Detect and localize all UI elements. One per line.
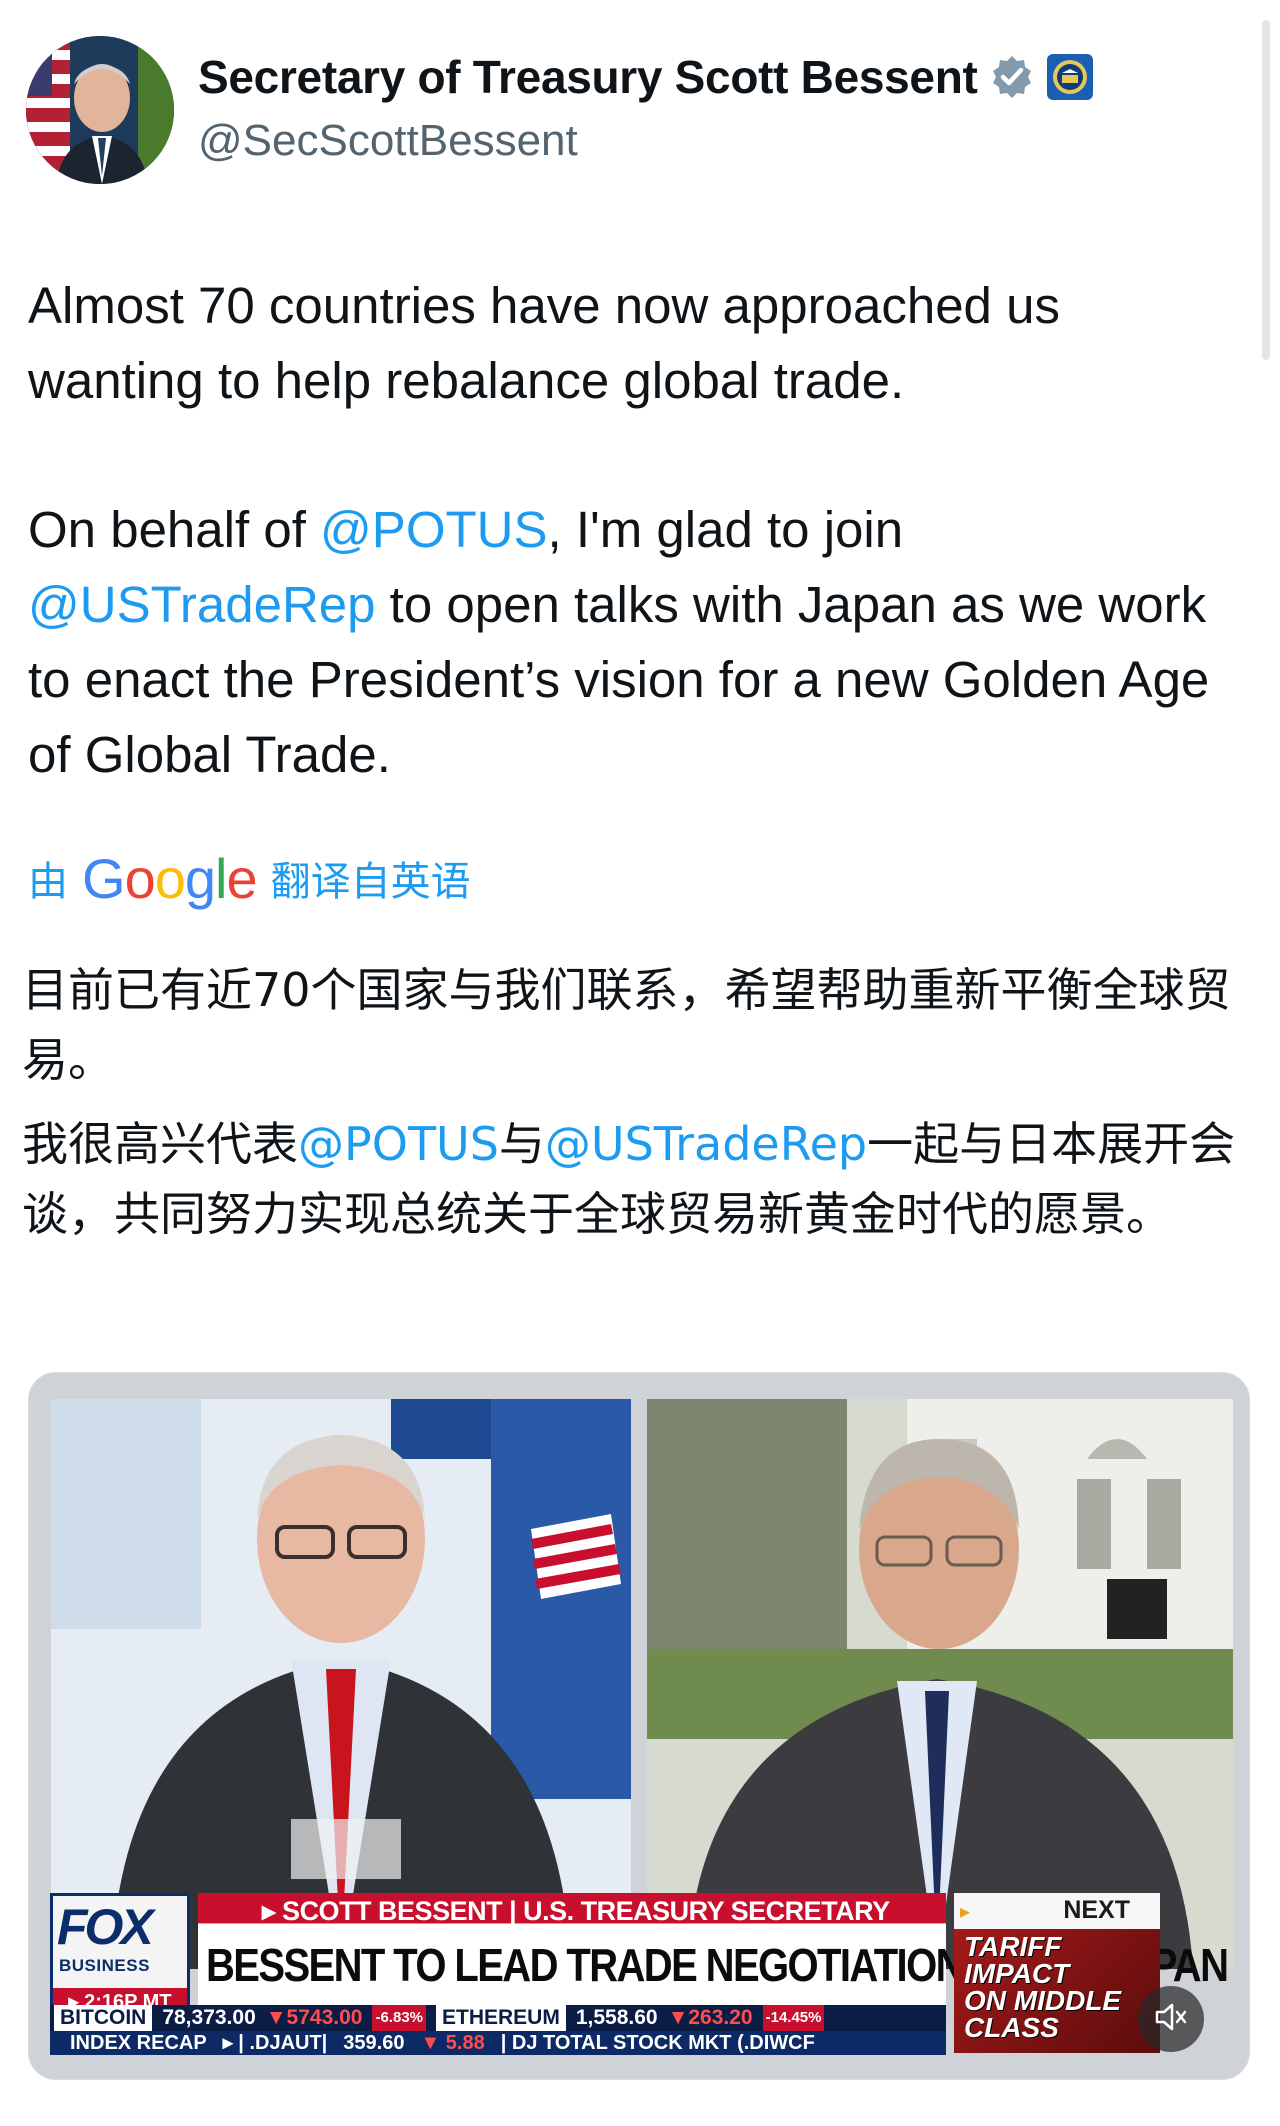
avatar[interactable] bbox=[26, 36, 174, 184]
ticker-value: 78,373.00 bbox=[162, 2006, 256, 2029]
google-logo-letter: l bbox=[215, 846, 227, 910]
google-logo-letter: o bbox=[154, 846, 186, 910]
ticker-label: BITCOIN bbox=[54, 2005, 153, 2031]
translated-mention-potus-link[interactable]: @POTUS bbox=[298, 1117, 499, 1171]
translated-paragraph-1: 目前已有近70个国家与我们联系，希望帮助重新平衡全球贸易。 bbox=[22, 963, 1231, 1087]
tweet-text-segment: On behalf of bbox=[28, 501, 321, 558]
fox-business-logo: FOX BUSINESS ▸ 2:16P MT bbox=[50, 1893, 190, 2019]
ticker-change: ▼5743.00 bbox=[265, 2006, 363, 2029]
fox-logo-text: FOX bbox=[57, 1899, 154, 1955]
translated-mention-ustraderep-link[interactable]: @USTradeRep bbox=[545, 1117, 867, 1171]
translation-source-label: 翻译自英语 bbox=[270, 859, 471, 905]
recap-change: ▼ 5.88 bbox=[420, 2032, 485, 2054]
translated-text-segment: 与 bbox=[498, 1117, 545, 1171]
translated-text-segment: 我很高兴代表 bbox=[22, 1117, 298, 1171]
ticker-percent: -14.45% bbox=[762, 2005, 825, 2031]
translated-text: 目前已有近70个国家与我们联系，希望帮助重新平衡全球贸易。 我很高兴代表@POT… bbox=[22, 955, 1247, 1263]
tweet-text: Almost 70 countries have now approached … bbox=[28, 268, 1228, 792]
crypto-ticker: BITCOIN 78,373.00 ▼5743.00 -6.83% ETHERE… bbox=[50, 2005, 946, 2031]
google-logo-letter: o bbox=[124, 846, 156, 910]
tv-headline: BESSENT TO LEAD TRADE NEGOTIATIONS WITH … bbox=[198, 1923, 1229, 2009]
scrollbar[interactable] bbox=[1262, 20, 1270, 360]
ticker-value: 1,558.60 bbox=[575, 2006, 658, 2029]
mute-toggle-button[interactable] bbox=[1138, 1986, 1204, 2052]
google-logo-letter: e bbox=[226, 846, 257, 910]
ticker-change: ▼263.20 bbox=[667, 2006, 753, 2029]
treasury-seal-icon bbox=[1046, 53, 1094, 101]
google-logo: Google bbox=[82, 846, 258, 911]
speaker-muted-icon bbox=[1152, 1998, 1190, 2040]
ticker-percent: -6.83% bbox=[372, 2005, 426, 2031]
author-name[interactable]: Secretary of Treasury Scott Bessent bbox=[198, 50, 978, 104]
translated-by-label: 由 bbox=[28, 859, 68, 905]
fox-logo-subtext: BUSINESS bbox=[59, 1956, 150, 1975]
tweet-paragraph-2: On behalf of @POTUS, I'm glad to join @US… bbox=[28, 492, 1228, 792]
google-logo-letter: G bbox=[82, 846, 126, 910]
tweet-header: Secretary of Treasury Scott Bessent @Sec… bbox=[26, 36, 1226, 186]
recap-label: INDEX RECAP bbox=[70, 2032, 207, 2054]
tv-lower-third: FOX BUSINESS ▸ 2:16P MT ▸ SCOTT BESSENT … bbox=[50, 1883, 1229, 2065]
up-next-label: NEXT bbox=[1063, 1896, 1130, 1924]
tweet-paragraph-1: Almost 70 countries have now approached … bbox=[28, 277, 1060, 409]
up-next-box: ▸ NEXT TARIFF IMPACT ON MIDDLE CLASS bbox=[954, 1893, 1160, 2053]
translation-attribution[interactable]: 由 Google 翻译自英语 bbox=[28, 846, 471, 911]
mention-ustraderep-link[interactable]: @USTradeRep bbox=[28, 576, 376, 633]
author-handle[interactable]: @SecScottBessent bbox=[198, 116, 578, 166]
recap-total: | DJ TOTAL STOCK MKT (.DIWCF bbox=[500, 2032, 815, 2054]
ticker-label: ETHEREUM bbox=[436, 2005, 566, 2031]
author-name-row: Secretary of Treasury Scott Bessent bbox=[198, 50, 1094, 104]
google-logo-letter: g bbox=[184, 846, 216, 910]
tweet-text-segment: , I'm glad to join bbox=[547, 501, 904, 558]
translated-paragraph-2: 我很高兴代表@POTUS与@USTradeRep一起与日本展开会谈，共同努力实现… bbox=[22, 1109, 1247, 1249]
recap-value: 359.60 bbox=[343, 2032, 405, 2054]
verified-badge-icon bbox=[988, 53, 1036, 101]
mention-potus-link[interactable]: @POTUS bbox=[320, 501, 547, 558]
recap-symbol: ▸ | .DJAUT| bbox=[222, 2032, 328, 2054]
up-next-title: TARIFF IMPACT ON MIDDLE CLASS bbox=[964, 1931, 1122, 2043]
index-recap-ticker: INDEX RECAP ▸ | .DJAUT| 359.60 ▼ 5.88 | … bbox=[50, 2031, 946, 2055]
